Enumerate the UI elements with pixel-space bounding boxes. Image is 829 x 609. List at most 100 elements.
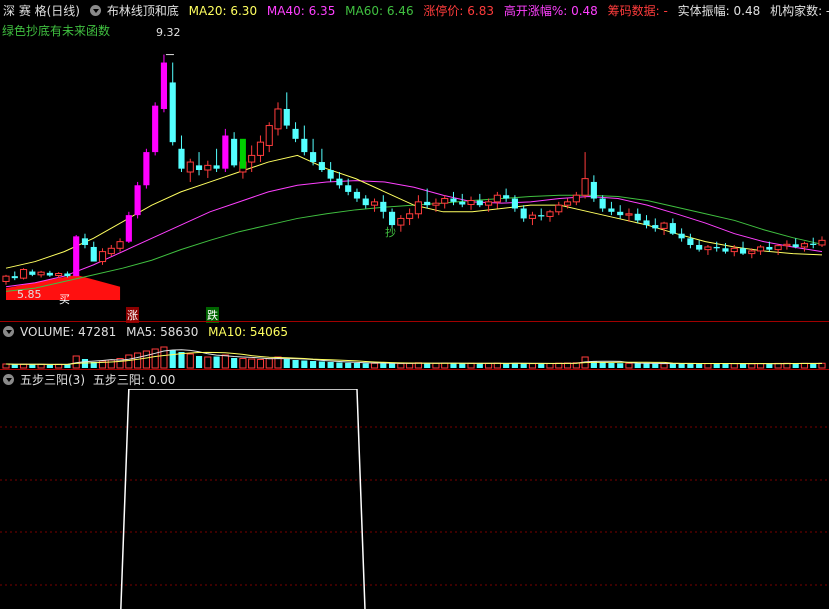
sub-menu-icon[interactable] <box>3 374 14 385</box>
volume-bar <box>142 350 150 369</box>
candle-body <box>669 223 676 234</box>
volume-bar <box>160 346 168 369</box>
candle-body <box>116 241 124 249</box>
volume-bar <box>520 363 527 368</box>
candle-body <box>336 178 343 186</box>
volume-bar <box>195 356 203 368</box>
price-chart[interactable] <box>0 0 829 320</box>
volume-bar <box>397 363 405 369</box>
candle-body <box>459 201 466 205</box>
sub-value: 五步三阳: 0.00 <box>92 373 176 387</box>
volume-bar <box>231 358 238 368</box>
volume-bar <box>37 363 45 369</box>
volume-bar <box>643 363 650 368</box>
candle-body <box>310 152 317 163</box>
volume-bar <box>221 354 229 369</box>
volume-ma5: MA5: 58630 <box>126 325 199 339</box>
volume-bar <box>55 363 63 369</box>
sub-indicator-chart[interactable] <box>0 389 829 609</box>
candle-body <box>318 162 325 171</box>
volume-bar <box>362 363 369 368</box>
candle-body <box>283 108 290 126</box>
volume-bar <box>678 363 685 368</box>
candle-body <box>678 233 685 239</box>
candle-body <box>739 248 747 254</box>
volume-bar <box>450 363 457 368</box>
volume-bar <box>652 363 659 368</box>
candle-body <box>327 170 334 179</box>
candle-body <box>792 244 799 247</box>
candle-body <box>757 246 765 252</box>
volume-bar <box>301 360 308 368</box>
volume-bar <box>696 363 703 368</box>
five-step-line <box>120 389 366 609</box>
candle-body <box>186 161 194 173</box>
candle-body <box>643 220 650 226</box>
candle-body <box>380 201 387 212</box>
volume-bar <box>467 362 475 369</box>
candle-body <box>625 213 633 216</box>
candle-body <box>213 165 220 169</box>
candle-body <box>590 181 597 199</box>
candle-body <box>370 201 379 206</box>
volume-bar <box>283 359 290 368</box>
volume-bar <box>792 363 799 368</box>
candle-body <box>160 62 168 109</box>
candle-body <box>722 248 729 252</box>
volume-chart[interactable] <box>0 340 829 370</box>
candle-body <box>503 195 510 199</box>
candle-body <box>107 247 115 255</box>
volume-bar <box>493 362 501 369</box>
sub-title[interactable]: 五步三阳(3) <box>20 373 85 387</box>
candle-body <box>555 204 563 213</box>
candle-body <box>538 215 545 217</box>
candle-body <box>730 247 738 253</box>
candle-body <box>134 185 141 216</box>
candle-body <box>73 236 80 277</box>
volume-menu-icon[interactable] <box>3 326 14 337</box>
volume-bar <box>424 363 431 368</box>
candle-body <box>274 108 282 130</box>
candle-body <box>406 213 414 219</box>
volume-bar <box>353 363 361 368</box>
volume-bar <box>599 362 606 368</box>
volume-bar <box>204 356 212 369</box>
volume-bar <box>766 363 773 368</box>
candle-body <box>195 165 203 171</box>
candle-body <box>19 269 28 279</box>
volume-bar <box>178 352 185 368</box>
candle-body <box>81 238 89 245</box>
volume-bar <box>722 363 729 368</box>
candle-body <box>265 125 273 146</box>
volume-bar <box>748 363 756 369</box>
volume-bar <box>441 362 449 369</box>
candle-body <box>222 135 229 169</box>
volume-bar <box>265 358 273 369</box>
candle-body <box>493 194 501 203</box>
buy-signal-label: 买 <box>59 293 70 306</box>
candle-body <box>256 141 265 156</box>
candle-body <box>766 246 773 250</box>
candle-body <box>169 82 176 143</box>
candle-body <box>563 201 572 206</box>
volume-bar <box>432 362 440 369</box>
volume-bar <box>617 363 624 368</box>
volume-bar <box>476 363 483 368</box>
candle-body <box>511 198 518 209</box>
candle-body <box>572 194 580 203</box>
volume-bar <box>239 358 247 369</box>
candle-body <box>546 211 554 217</box>
candle-body <box>397 217 405 226</box>
volume-bar <box>800 362 809 369</box>
candle-body <box>467 200 475 206</box>
volume-title[interactable]: VOLUME: 47281 <box>20 325 116 339</box>
candle-body <box>634 213 641 221</box>
low-price-label: 5.85 <box>17 288 42 301</box>
candle-body <box>64 273 71 277</box>
candle-body <box>231 138 238 166</box>
candle-body <box>432 202 440 206</box>
volume-bar <box>318 361 325 368</box>
divider-volume-sub <box>0 369 829 370</box>
volume-bar <box>406 362 414 369</box>
candle-body <box>520 208 527 219</box>
